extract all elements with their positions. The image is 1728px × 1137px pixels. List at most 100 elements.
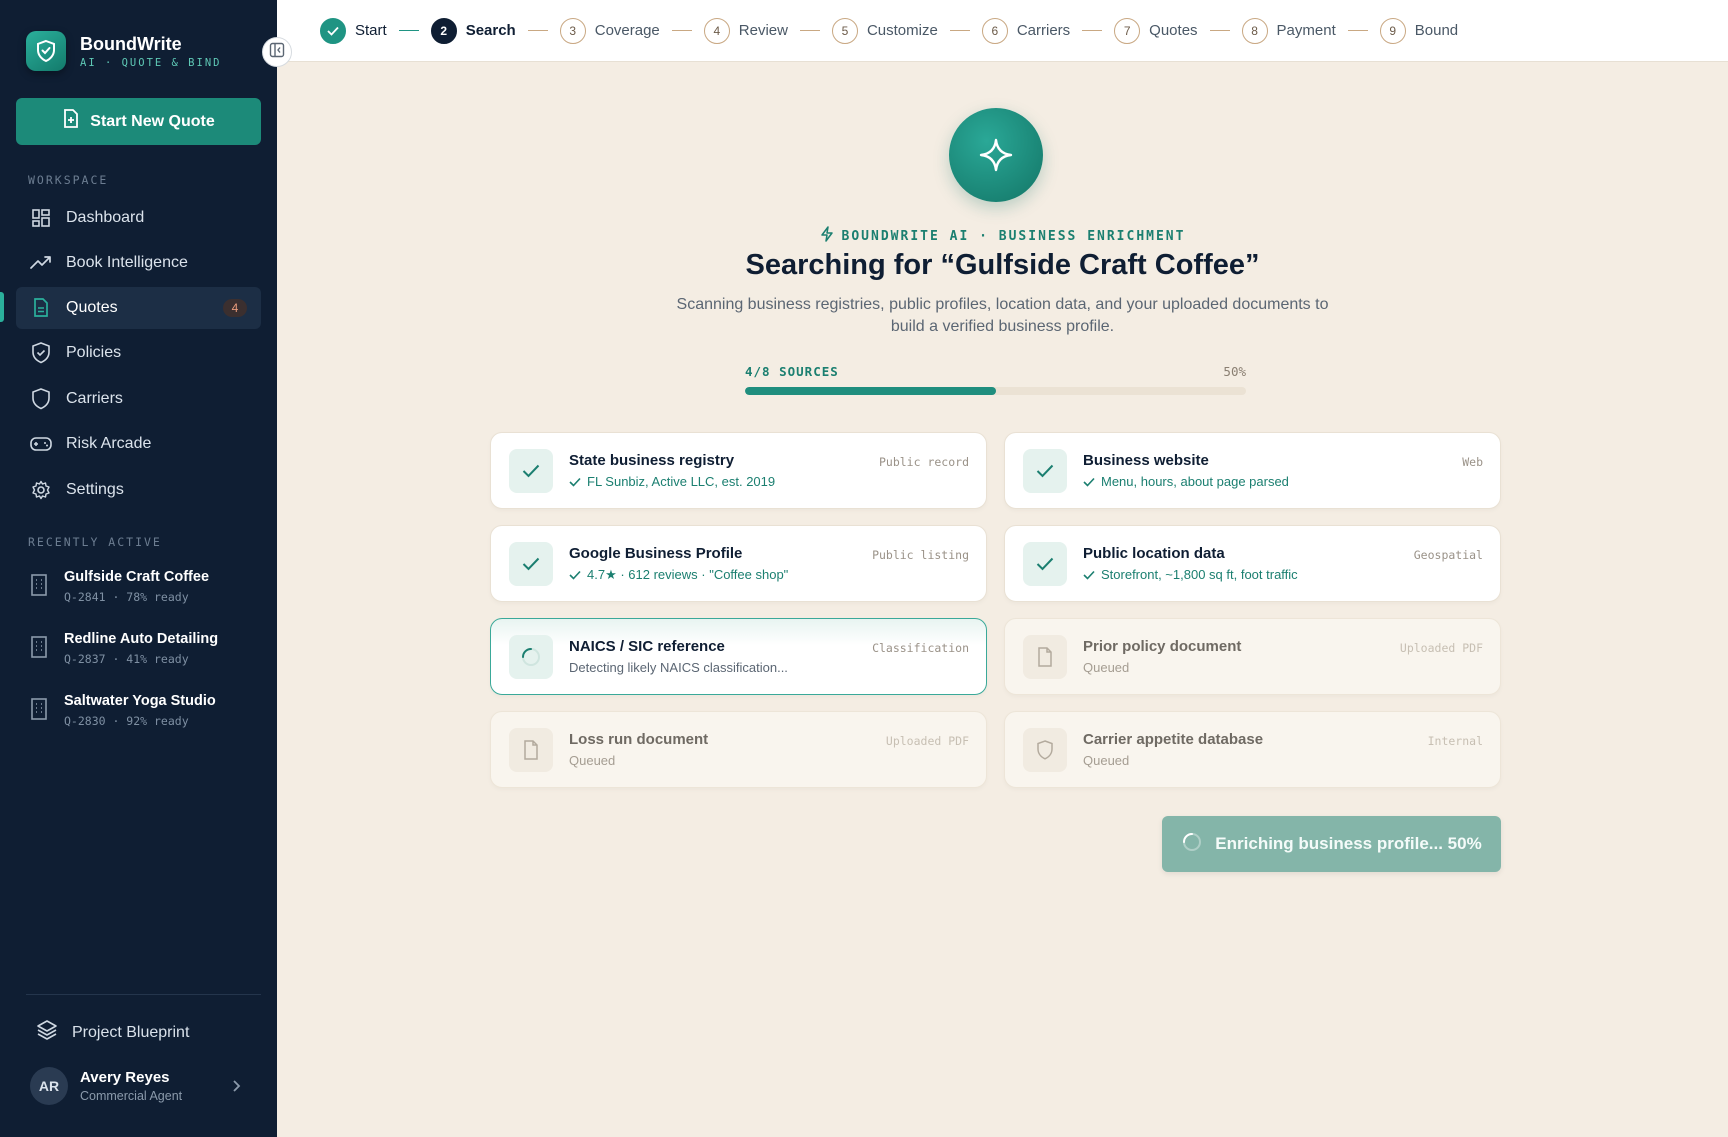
recent-item[interactable]: Redline Auto Detailing Q-2837 · 41% read… [30, 631, 218, 666]
check-icon [1023, 449, 1067, 493]
sidebar-item-label: Settings [66, 481, 124, 498]
step-bound[interactable]: 9 Bound [1379, 17, 1459, 44]
recent-item-sub: Q-2837 · 41% ready [64, 652, 189, 666]
active-indicator [0, 292, 4, 322]
source-card-loss-run[interactable]: Loss run document Queued Uploaded PDF [490, 711, 987, 788]
gamepad-icon [30, 433, 52, 455]
check-icon [509, 449, 553, 493]
step-carriers[interactable]: 6 Carriers [981, 17, 1071, 44]
step-start[interactable]: Start [320, 17, 387, 44]
sidebar-item-dashboard[interactable]: Dashboard [16, 197, 261, 239]
source-detail-text: FL Sunbiz, Active LLC, est. 2019 [587, 474, 776, 489]
source-title: Business website [1083, 452, 1209, 469]
start-new-quote-button[interactable]: Start New Quote [16, 98, 261, 145]
eyebrow: BOUNDWRITE AI · BUSINESS ENRICHMENT [277, 226, 1728, 246]
source-tag: Internal [1427, 734, 1483, 748]
source-card-location-data[interactable]: Public location data Storefront, ~1,800 … [1004, 525, 1501, 602]
source-card-naics[interactable]: NAICS / SIC reference Detecting likely N… [490, 618, 987, 695]
step-number: 3 [559, 17, 586, 44]
sidebar-item-policies[interactable]: Policies [16, 332, 261, 374]
recent-item-title: Gulfside Craft Coffee [64, 569, 210, 585]
recently-active-label: RECENTLY ACTIVE [28, 535, 162, 549]
recent-item[interactable]: Saltwater Yoga Studio Q-2830 · 92% ready [30, 693, 216, 728]
recent-item[interactable]: Gulfside Craft Coffee Q-2841 · 78% ready [30, 569, 209, 604]
step-number: 9 [1379, 17, 1406, 44]
sidebar-toggle-icon [269, 42, 285, 63]
source-detail-text: Menu, hours, about page parsed [1101, 474, 1289, 489]
step-quotes[interactable]: 7 Quotes [1114, 17, 1198, 44]
user-profile[interactable]: AR Avery Reyes Commercial Agent [30, 1067, 182, 1105]
layers-icon [36, 1019, 58, 1046]
dashboard-icon [30, 207, 52, 229]
building-icon [30, 698, 50, 722]
source-card-prior-policy[interactable]: Prior policy document Queued Uploaded PD… [1004, 618, 1501, 695]
shield-icon [30, 388, 52, 410]
enriching-status-button[interactable]: Enriching business profile... 50% [1162, 816, 1501, 872]
brand-tagline: AI · QUOTE & BIND [80, 56, 222, 69]
sidebar-item-carriers[interactable]: Carriers [16, 378, 261, 420]
source-card-business-website[interactable]: Business website Menu, hours, about page… [1004, 432, 1501, 509]
step-label: Search [465, 22, 516, 39]
spinner-icon [1181, 831, 1203, 858]
sidebar-divider [26, 994, 261, 995]
source-tag: Web [1462, 455, 1483, 469]
sidebar-item-quotes[interactable]: Quotes 4 [16, 287, 261, 329]
step-number: 8 [1241, 17, 1268, 44]
sparkle-icon [949, 108, 1043, 202]
step-label: Bound [1414, 22, 1459, 39]
brand-name: BoundWrite [80, 33, 182, 54]
source-detail: Queued [1083, 660, 1130, 675]
source-title: Carrier appetite database [1083, 731, 1264, 748]
check-icon [320, 17, 346, 44]
sidebar-item-label: Carriers [66, 390, 123, 407]
small-check-icon [569, 570, 581, 580]
source-detail: Detecting likely NAICS classification... [569, 660, 788, 675]
step-search[interactable]: 2 Search [430, 17, 516, 44]
file-icon [1023, 635, 1067, 679]
step-coverage[interactable]: 3 Coverage [559, 17, 660, 44]
source-title: NAICS / SIC reference [569, 638, 725, 655]
avatar: AR [30, 1067, 68, 1105]
step-connector [527, 29, 548, 32]
chevron-right-icon[interactable] [232, 1079, 242, 1098]
sidebar-item-risk-arcade[interactable]: Risk Arcade [16, 423, 261, 465]
source-card-google-business[interactable]: Google Business Profile 4.7★ · 612 revie… [490, 525, 987, 602]
source-card-state-registry[interactable]: State business registry FL Sunbiz, Activ… [490, 432, 987, 509]
sidebar-item-label: Policies [66, 344, 122, 361]
step-label: Quotes [1149, 22, 1198, 39]
sidebar-item-book-intelligence[interactable]: Book Intelligence [16, 242, 261, 284]
project-blueprint-label: Project Blueprint [72, 1023, 190, 1041]
step-label: Payment [1276, 22, 1336, 39]
source-detail: Queued [569, 753, 616, 768]
step-number: 4 [703, 17, 730, 44]
collapse-sidebar-button[interactable] [262, 37, 292, 67]
enriching-status-label: Enriching business profile... 50% [1215, 834, 1482, 853]
source-detail: FL Sunbiz, Active LLC, est. 2019 [569, 474, 775, 489]
lightning-icon [820, 226, 834, 246]
step-number: 5 [831, 17, 858, 44]
workspace-label: WORKSPACE [28, 173, 109, 187]
sidebar-item-label: Dashboard [66, 209, 145, 226]
step-label: Carriers [1016, 22, 1071, 39]
project-blueprint-link[interactable]: Project Blueprint [36, 1019, 189, 1046]
step-payment[interactable]: 8 Payment [1241, 17, 1336, 44]
small-check-icon [1083, 570, 1095, 580]
step-label: Customize [866, 22, 938, 39]
sidebar-item-settings[interactable]: Settings [16, 469, 261, 511]
source-detail: 4.7★ · 612 reviews · "Coffee shop" [569, 567, 788, 583]
small-check-icon [1083, 477, 1095, 487]
source-card-carrier-appetite[interactable]: Carrier appetite database Queued Interna… [1004, 711, 1501, 788]
source-tag: Uploaded PDF [885, 734, 969, 748]
step-review[interactable]: 4 Review [703, 17, 788, 44]
source-detail: Storefront, ~1,800 sq ft, foot traffic [1083, 567, 1298, 582]
step-customize[interactable]: 5 Customize [831, 17, 938, 44]
quotes-count-badge: 4 [223, 299, 247, 317]
step-label: Coverage [594, 22, 660, 39]
step-label: Review [738, 22, 788, 39]
step-number: 2 [430, 17, 457, 44]
sources-progress-bar [745, 387, 1246, 395]
brand[interactable]: BoundWrite AI · QUOTE & BIND [26, 31, 221, 71]
step-number: 6 [981, 17, 1008, 44]
step-connector [398, 29, 419, 32]
sidebar-item-label: Risk Arcade [66, 435, 152, 452]
